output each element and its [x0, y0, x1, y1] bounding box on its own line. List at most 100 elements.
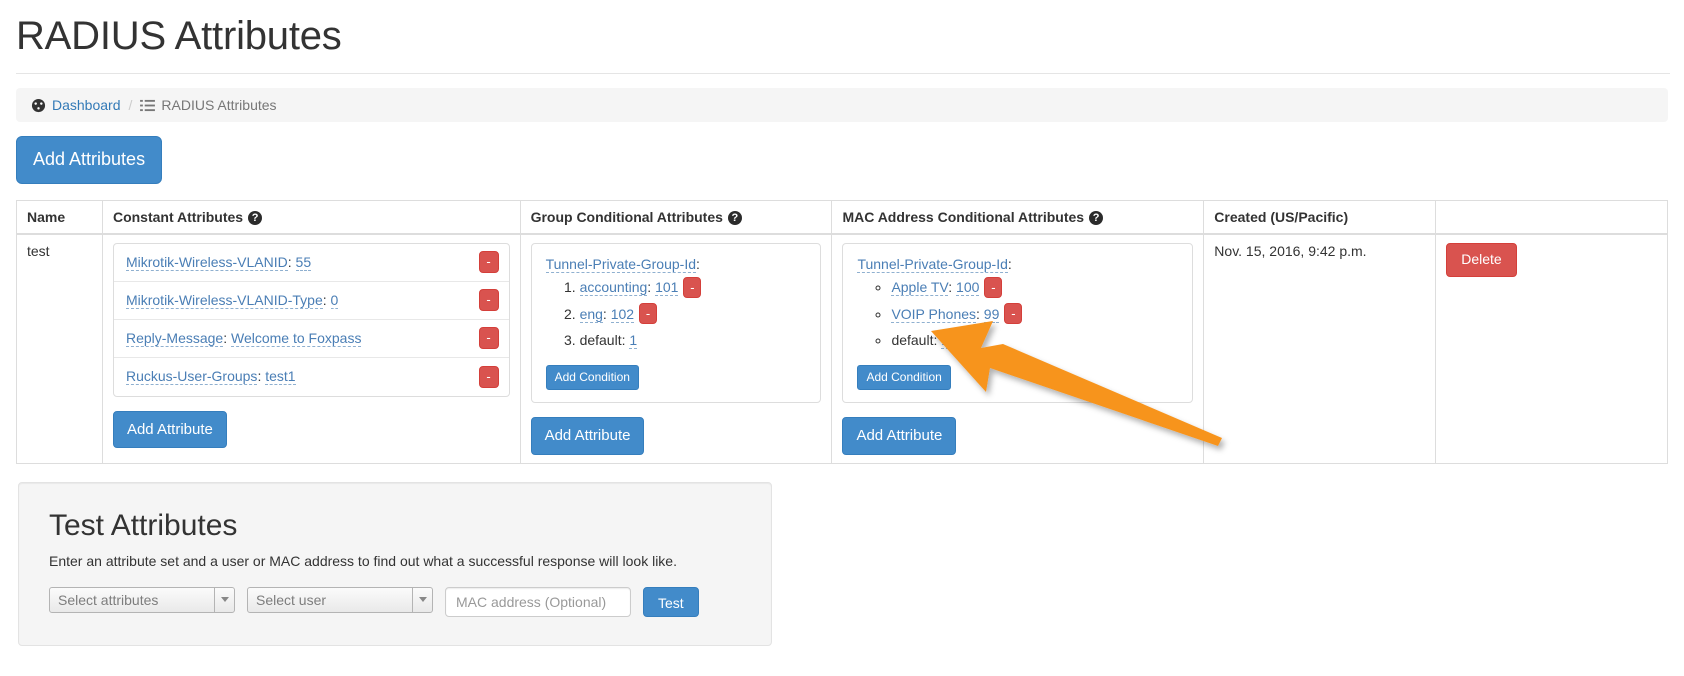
- delete-button[interactable]: Delete: [1446, 242, 1517, 277]
- colon: :: [223, 329, 231, 346]
- list-icon: [140, 99, 156, 112]
- mac-address-input[interactable]: [445, 586, 631, 617]
- header-mac-conditional-label: MAC Address Conditional Attributes: [842, 208, 1085, 225]
- cell-created: Nov. 15, 2016, 9:42 p.m.: [1203, 233, 1437, 464]
- page-root: RADIUS Attributes Dashboard / RADIUS Att…: [0, 0, 1684, 676]
- mac-condition-value-default[interactable]: 1: [941, 332, 950, 350]
- constant-attribute-value[interactable]: 0: [330, 291, 339, 309]
- cell-mac-conditional-attributes: Tunnel-Private-Group-Id: Apple TV: 100- …: [831, 233, 1205, 464]
- test-attributes-description: Enter an attribute set and a user or MAC…: [49, 552, 677, 569]
- constant-attribute-name[interactable]: Mikrotik-Wireless-VLANID: [125, 253, 288, 271]
- mac-condition-value[interactable]: 99: [983, 305, 1000, 323]
- remove-group-condition-button[interactable]: -: [639, 303, 658, 325]
- breadcrumb-dashboard-link[interactable]: Dashboard: [52, 97, 121, 113]
- list-item: default: 1: [580, 327, 807, 353]
- group-condition-list: accounting: 101- eng: 102- default: 1: [546, 274, 807, 354]
- test-attributes-panel: Test Attributes Enter an attribute set a…: [18, 481, 772, 646]
- header-constant-attributes-label: Constant Attributes: [112, 208, 244, 225]
- mac-add-condition-button[interactable]: Add Condition: [857, 365, 951, 391]
- breadcrumb-separator: /: [128, 97, 133, 113]
- attributes-table-wrapper: Name Constant Attributes? Group Conditio…: [16, 199, 1668, 464]
- remove-constant-attribute-button[interactable]: -: [478, 327, 499, 350]
- colon: :: [647, 278, 656, 295]
- mac-conditional-panel: Tunnel-Private-Group-Id: Apple TV: 100- …: [842, 242, 1194, 404]
- help-icon-mac[interactable]: ?: [1089, 210, 1104, 225]
- colon: :: [976, 305, 984, 322]
- remove-mac-condition-button[interactable]: -: [984, 276, 1003, 298]
- cell-actions: Delete: [1435, 233, 1668, 464]
- mac-condition-list: Apple TV: 100- VOIP Phones: 99- default:…: [857, 274, 1178, 354]
- chevron-down-icon[interactable]: [214, 586, 234, 613]
- attributes-table: Name Constant Attributes? Group Conditio…: [16, 199, 1668, 464]
- constant-attribute-value[interactable]: test1: [265, 367, 296, 385]
- help-icon-constant[interactable]: ?: [248, 210, 263, 225]
- header-actions: [1435, 199, 1668, 235]
- constant-attribute-name[interactable]: Ruckus-User-Groups: [125, 367, 258, 385]
- remove-constant-attribute-button[interactable]: -: [478, 289, 499, 312]
- list-item: default: 1: [891, 327, 1178, 353]
- table-row: test Mikrotik-Wireless-VLANID: 55 - Mikr…: [16, 233, 1668, 464]
- group-condition-key-default: default: [579, 332, 622, 349]
- mac-condition-key[interactable]: VOIP Phones: [891, 305, 977, 323]
- test-attributes-heading: Test Attributes: [49, 508, 238, 542]
- constant-attributes-list: Mikrotik-Wireless-VLANID: 55 - Mikrotik-…: [113, 244, 509, 396]
- header-mac-conditional-attributes: MAC Address Conditional Attributes?: [831, 199, 1205, 235]
- mac-add-attribute-button[interactable]: Add Attribute: [842, 417, 957, 455]
- colon: :: [322, 291, 331, 308]
- group-condition-key[interactable]: eng: [579, 305, 603, 323]
- select-attributes-value: Select attributes: [58, 591, 159, 608]
- group-add-attribute-button[interactable]: Add Attribute: [530, 417, 645, 455]
- group-add-condition-button[interactable]: Add Condition: [545, 365, 639, 391]
- mac-condition-key-default: default: [891, 332, 934, 349]
- remove-constant-attribute-button[interactable]: -: [478, 251, 499, 274]
- breadcrumb: Dashboard / RADIUS Attributes: [16, 88, 1668, 122]
- remove-group-condition-button[interactable]: -: [683, 276, 702, 298]
- cell-constant-attributes: Mikrotik-Wireless-VLANID: 55 - Mikrotik-…: [101, 233, 521, 464]
- list-item: VOIP Phones: 99-: [891, 301, 1178, 328]
- header-created: Created (US/Pacific): [1203, 199, 1437, 235]
- toolbar: Add Attributes: [16, 136, 1684, 184]
- breadcrumb-current: RADIUS Attributes: [140, 97, 277, 113]
- mac-conditional-attribute-header: Tunnel-Private-Group-Id:: [857, 255, 1178, 273]
- select-user-dropdown[interactable]: Select user: [247, 586, 433, 613]
- mac-condition-value[interactable]: 100: [956, 278, 980, 296]
- header-name: Name: [16, 199, 103, 235]
- group-condition-value-default[interactable]: 1: [629, 332, 638, 350]
- colon: :: [948, 278, 957, 295]
- constant-attribute-value[interactable]: 55: [295, 253, 312, 271]
- remove-mac-condition-button[interactable]: -: [1004, 303, 1023, 325]
- colon: :: [1007, 255, 1012, 272]
- colon: :: [696, 255, 700, 272]
- list-item: Mikrotik-Wireless-VLANID: 55 -: [113, 244, 509, 282]
- list-item: Apple TV: 100-: [891, 274, 1178, 301]
- select-attributes-dropdown[interactable]: Select attributes: [49, 586, 235, 613]
- constant-attribute-value[interactable]: Welcome to Foxpass: [231, 329, 362, 347]
- group-condition-value[interactable]: 101: [655, 278, 679, 296]
- chevron-down-icon[interactable]: [412, 586, 432, 613]
- colon: :: [287, 253, 296, 270]
- constant-add-attribute-button[interactable]: Add Attribute: [112, 410, 227, 449]
- remove-constant-attribute-button[interactable]: -: [478, 365, 499, 388]
- colon: :: [602, 305, 611, 322]
- list-item: eng: 102-: [579, 301, 807, 328]
- list-item: Ruckus-User-Groups: test1 -: [114, 358, 509, 396]
- group-condition-value[interactable]: 102: [610, 305, 635, 323]
- breadcrumb-current-label: RADIUS Attributes: [161, 97, 277, 113]
- mac-condition-key[interactable]: Apple TV: [891, 278, 949, 296]
- group-conditional-attribute-name[interactable]: Tunnel-Private-Group-Id: [545, 255, 696, 273]
- constant-attributes-panel: Mikrotik-Wireless-VLANID: 55 - Mikrotik-…: [112, 242, 510, 397]
- group-conditional-attribute-header: Tunnel-Private-Group-Id:: [545, 255, 807, 273]
- list-item: Reply-Message: Welcome to Foxpass -: [113, 320, 509, 358]
- constant-attribute-name[interactable]: Reply-Message: [125, 329, 224, 347]
- group-condition-key[interactable]: accounting: [579, 278, 648, 296]
- header-group-conditional-attributes: Group Conditional Attributes?: [519, 199, 833, 235]
- header-constant-attributes: Constant Attributes?: [101, 199, 521, 235]
- list-item: Mikrotik-Wireless-VLANID-Type: 0 -: [113, 282, 509, 320]
- mac-conditional-attribute-name[interactable]: Tunnel-Private-Group-Id: [857, 255, 1008, 273]
- breadcrumb-dashboard[interactable]: Dashboard: [31, 97, 121, 113]
- add-attributes-button[interactable]: Add Attributes: [16, 136, 163, 184]
- test-button[interactable]: Test: [643, 586, 699, 617]
- constant-attribute-name[interactable]: Mikrotik-Wireless-VLANID-Type: [125, 291, 323, 309]
- test-attributes-form: Select attributes Select user Test: [49, 586, 741, 617]
- help-icon-group[interactable]: ?: [727, 210, 742, 225]
